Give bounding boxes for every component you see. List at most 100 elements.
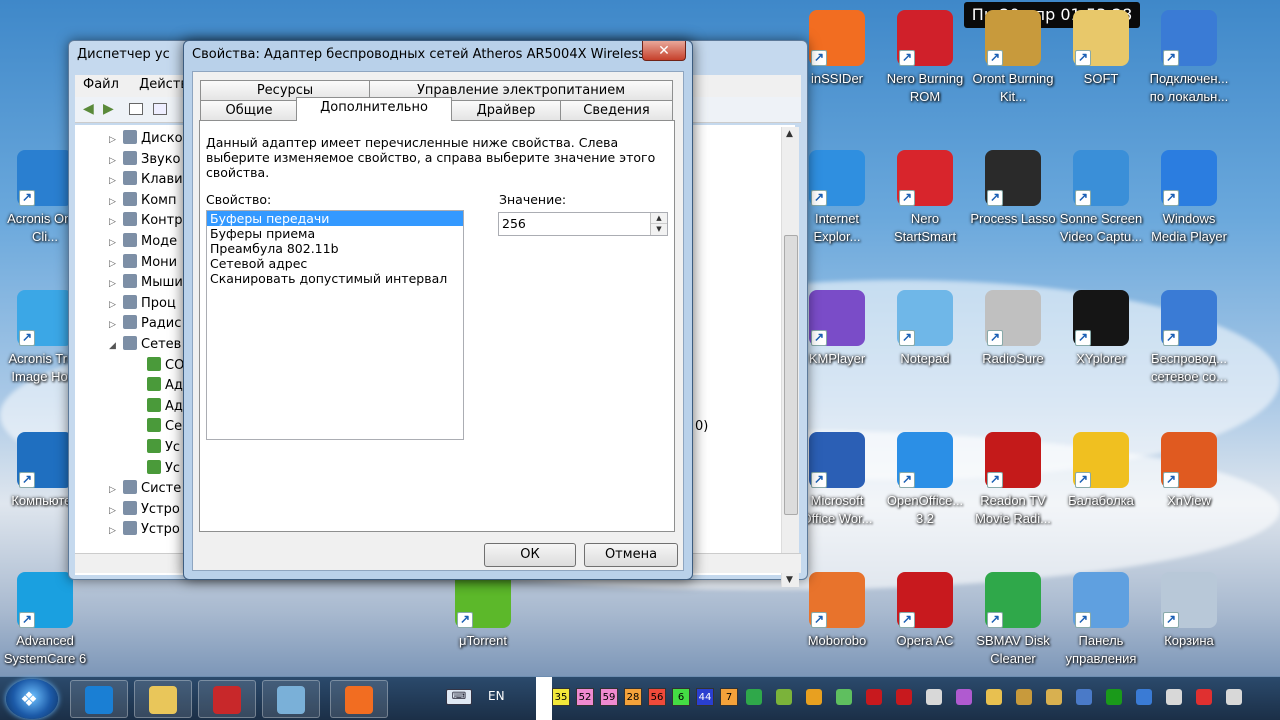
tree-item[interactable]: ▷ Мыши	[109, 273, 183, 293]
tray-app-icon[interactable]	[806, 689, 822, 705]
tray-app-icon[interactable]	[1046, 689, 1062, 705]
value-spinbox[interactable]: 256 ▲ ▼	[498, 212, 668, 236]
tray-counter-badge[interactable]: 28	[624, 688, 642, 706]
taskbar-toolbox[interactable]	[198, 680, 256, 718]
tree-item[interactable]: ◢ Сетев	[109, 335, 181, 355]
tree-expander-icon[interactable]: ▷	[109, 254, 119, 274]
tree-expander-icon[interactable]: ▷	[109, 315, 119, 335]
tray-app-icon[interactable]	[986, 689, 1002, 705]
desktop-icon[interactable]: Windows Media Player	[1144, 150, 1234, 246]
tray-counter-badge[interactable]: 52	[576, 688, 594, 706]
tray-counter-badge[interactable]: 44	[696, 688, 714, 706]
taskbar-maxthon[interactable]	[70, 680, 128, 718]
spin-down-icon[interactable]: ▼	[651, 224, 667, 235]
refresh-icon[interactable]	[153, 103, 167, 115]
tray-app-icon[interactable]	[836, 689, 852, 705]
tree-item[interactable]: CO	[133, 356, 184, 376]
tree-item[interactable]: ▷ Устро	[109, 500, 180, 520]
desktop-icon[interactable]: Беспровод... сетевое со...	[1144, 290, 1234, 386]
desktop-icon[interactable]: Moborobo	[792, 572, 882, 650]
properties-icon[interactable]	[129, 103, 143, 115]
tree-item[interactable]: ▷ Моде	[109, 232, 177, 252]
desktop-icon[interactable]: Opera AC	[880, 572, 970, 650]
property-list-item[interactable]: Сканировать допустимый интервал	[207, 271, 463, 286]
tree-expander-icon[interactable]: ▷	[109, 171, 119, 191]
desktop-icon[interactable]: Панель управления	[1056, 572, 1146, 668]
property-list-item[interactable]: Буферы передачи	[207, 211, 463, 226]
tray-counter-badge[interactable]: 59	[600, 688, 618, 706]
desktop-icon[interactable]: Nero Burning ROM	[880, 10, 970, 106]
property-listbox[interactable]: Буферы передачи Буферы приема Преамбула 80…	[206, 210, 464, 440]
taskbar-device-manager[interactable]	[262, 680, 320, 718]
property-list-item[interactable]: Преамбула 802.11b	[207, 241, 463, 256]
vertical-scrollbar[interactable]: ▲ ▼	[781, 127, 799, 587]
keyboard-icon[interactable]: ⌨	[446, 689, 472, 705]
scroll-down-arrow-icon[interactable]: ▼	[786, 575, 793, 585]
tray-app-icon[interactable]	[1016, 689, 1032, 705]
spin-up-icon[interactable]: ▲	[651, 213, 667, 224]
tray-counter-badge[interactable]: 6	[672, 688, 690, 706]
back-arrow-icon[interactable]: ◀	[83, 101, 94, 117]
forward-arrow-icon[interactable]: ▶	[103, 101, 114, 117]
tray-app-icon[interactable]	[926, 689, 942, 705]
tray-app-icon[interactable]	[1226, 689, 1242, 705]
tree-expander-icon[interactable]: ▷	[109, 130, 119, 150]
language-indicator[interactable]: EN	[488, 689, 505, 703]
tree-item[interactable]: Ус	[133, 438, 180, 458]
desktop-icon[interactable]: RadioSure	[968, 290, 1058, 368]
scroll-up-arrow-icon[interactable]: ▲	[786, 129, 793, 139]
desktop-icon[interactable]: XYplorer	[1056, 290, 1146, 368]
tree-expander-icon[interactable]: ▷	[109, 274, 119, 294]
desktop-icon[interactable]: XnView	[1144, 432, 1234, 510]
desktop-icon[interactable]: SBMAV Disk Cleaner	[968, 572, 1058, 668]
desktop-icon[interactable]: Подключен... по локальн...	[1144, 10, 1234, 106]
cancel-button[interactable]: Отмена	[584, 543, 678, 567]
tree-item[interactable]: ▷ Проц	[109, 294, 176, 314]
taskbar-explorer[interactable]	[134, 680, 192, 718]
tray-app-icon[interactable]	[1196, 689, 1212, 705]
tree-item[interactable]: ▷ Систе	[109, 479, 181, 499]
desktop-icon[interactable]: Корзина	[1144, 572, 1234, 650]
tree-expander-icon[interactable]: ▷	[109, 295, 119, 315]
start-button[interactable]: ❖	[6, 679, 58, 719]
tray-app-icon[interactable]	[866, 689, 882, 705]
desktop-icon[interactable]: Readon TV Movie Radi...	[968, 432, 1058, 528]
menu-file[interactable]: Файл	[75, 75, 127, 94]
tray-counter-badge[interactable]: 7	[720, 688, 738, 706]
tray-counter-badge[interactable]: 35	[552, 688, 570, 706]
tree-expander-icon[interactable]: ◢	[109, 336, 119, 356]
property-list-item[interactable]: Буферы приема	[207, 226, 463, 241]
tree-item[interactable]: ▷ Комп	[109, 191, 177, 211]
desktop-icon[interactable]: Advanced SystemCare 6	[0, 572, 90, 668]
tray-app-icon[interactable]	[956, 689, 972, 705]
tray-app-icon[interactable]	[746, 689, 762, 705]
tree-expander-icon[interactable]: ▷	[109, 480, 119, 500]
tree-item[interactable]: ▷ Радис	[109, 314, 181, 334]
desktop-icon[interactable]: Notepad	[880, 290, 970, 368]
ok-button[interactable]: ОК	[484, 543, 576, 567]
tree-item[interactable]: ▷ Звуко	[109, 150, 181, 170]
tray-app-icon[interactable]	[1076, 689, 1092, 705]
tree-item[interactable]: Се	[133, 417, 182, 437]
tab-driver[interactable]: Драйвер	[450, 100, 562, 121]
tree-item[interactable]: ▷ Контр	[109, 211, 183, 231]
tree-expander-icon[interactable]: ▷	[109, 192, 119, 212]
tree-item[interactable]: ▷ Диско	[109, 129, 183, 149]
property-list-item[interactable]: Сетевой адрес	[207, 256, 463, 271]
tree-item[interactable]: ▷ Мони	[109, 253, 177, 273]
tree-item[interactable]: ▷ Устро	[109, 520, 180, 540]
tab-details[interactable]: Сведения	[560, 100, 673, 121]
desktop-icon[interactable]: SOFT	[1056, 10, 1146, 88]
scroll-thumb[interactable]	[784, 235, 798, 515]
tray-app-icon[interactable]	[896, 689, 912, 705]
desktop-icon[interactable]: Nero StartSmart	[880, 150, 970, 246]
tray-app-icon[interactable]	[1166, 689, 1182, 705]
tray-app-icon[interactable]	[1106, 689, 1122, 705]
tree-item[interactable]: ▷ Клави	[109, 170, 183, 190]
tray-app-icon[interactable]	[776, 689, 792, 705]
desktop-icon[interactable]: Oront Burning Kit...	[968, 10, 1058, 106]
tree-item[interactable]: Ад	[133, 376, 183, 396]
tree-item[interactable]: Ад	[133, 397, 183, 417]
tree-expander-icon[interactable]: ▷	[109, 501, 119, 521]
desktop-icon[interactable]: Sonne Screen Video Captu...	[1056, 150, 1146, 246]
